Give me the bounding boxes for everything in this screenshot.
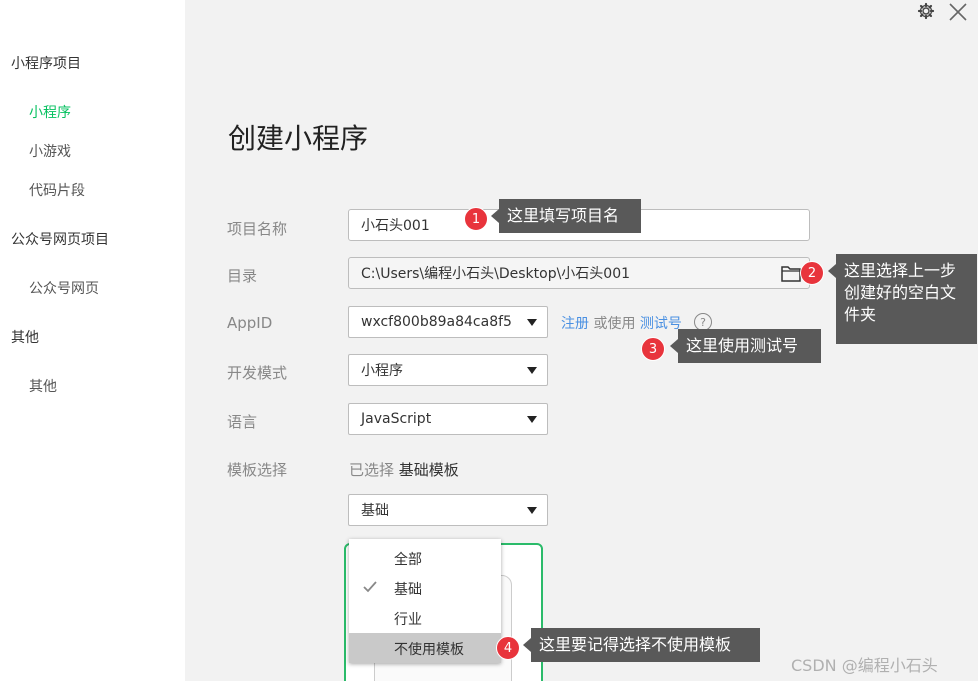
dropdown-option-all[interactable]: 全部 bbox=[349, 543, 501, 573]
template-label: 模板选择 bbox=[227, 461, 288, 479]
or-use-text: 或使用 bbox=[593, 316, 636, 332]
template-selected-value: 基础模板 bbox=[398, 461, 459, 479]
sidebar-section-other: 其他 bbox=[11, 330, 39, 346]
project-name-label: 项目名称 bbox=[227, 220, 288, 238]
template-filter-value: 基础 bbox=[361, 503, 389, 519]
test-account-link[interactable]: 测试号 bbox=[640, 316, 682, 332]
sidebar-section-official-account: 公众号网页项目 bbox=[11, 232, 109, 248]
check-icon bbox=[362, 579, 378, 599]
dev-mode-value: 小程序 bbox=[361, 363, 403, 379]
sidebar: 小程序项目 小程序 小游戏 代码片段 公众号网页项目 公众号网页 其他 其他 bbox=[0, 0, 185, 681]
sidebar-section-miniprogram: 小程序项目 bbox=[11, 56, 81, 72]
directory-input[interactable] bbox=[348, 257, 810, 289]
annotation-tip-2: 这里选择上一步创建好的空白文件夹 bbox=[828, 254, 977, 344]
gear-icon[interactable] bbox=[917, 2, 935, 20]
sidebar-item-miniprogram[interactable]: 小程序 bbox=[29, 102, 71, 122]
dropdown-option-no-template[interactable]: 不使用模板 bbox=[349, 633, 501, 663]
watermark: CSDN @编程小石头 bbox=[791, 656, 938, 675]
annotation-badge-4: 4 bbox=[496, 636, 520, 660]
sidebar-item-code-snippet[interactable]: 代码片段 bbox=[29, 180, 85, 200]
sidebar-item-official-webpage[interactable]: 公众号网页 bbox=[29, 278, 99, 298]
appid-label: AppID bbox=[227, 314, 273, 332]
page-title: 创建小程序 bbox=[228, 122, 369, 155]
caret-down-icon bbox=[527, 367, 537, 374]
dropdown-option-basic[interactable]: 基础 bbox=[349, 573, 501, 603]
register-link[interactable]: 注册 bbox=[561, 316, 589, 332]
caret-down-icon bbox=[527, 319, 537, 326]
close-icon[interactable] bbox=[947, 1, 969, 23]
appid-value: wxcf800b89a84ca8f5 bbox=[361, 314, 512, 330]
dev-mode-select[interactable]: 小程序 bbox=[348, 354, 548, 386]
language-value: JavaScript bbox=[361, 411, 432, 427]
caret-down-icon bbox=[527, 416, 537, 423]
annotation-badge-2: 2 bbox=[800, 261, 824, 285]
annotation-badge-3: 3 bbox=[641, 337, 665, 361]
template-selected-prefix: 已选择 bbox=[349, 461, 395, 479]
template-selected: 已选择 基础模板 bbox=[349, 459, 459, 480]
dev-mode-label: 开发模式 bbox=[227, 364, 288, 382]
annotation-badge-1: 1 bbox=[464, 207, 488, 231]
appid-options: 注册 或使用 测试号 bbox=[561, 313, 682, 333]
caret-down-icon bbox=[527, 507, 537, 514]
main-panel: 创建小程序 项目名称 目录 AppID wxcf800b89a84ca8f5 注… bbox=[185, 0, 978, 681]
annotation-tip-1: 这里填写项目名 bbox=[491, 199, 641, 233]
folder-icon[interactable] bbox=[781, 265, 801, 282]
language-select[interactable]: JavaScript bbox=[348, 403, 548, 435]
directory-label: 目录 bbox=[227, 267, 258, 285]
template-filter-select[interactable]: 基础 bbox=[348, 494, 548, 526]
dropdown-option-industry[interactable]: 行业 bbox=[349, 603, 501, 633]
sidebar-item-other[interactable]: 其他 bbox=[29, 376, 57, 396]
annotation-tip-4: 这里要记得选择不使用模板 bbox=[523, 628, 760, 662]
template-filter-dropdown: 全部 基础 行业 不使用模板 bbox=[349, 539, 501, 663]
sidebar-item-minigame[interactable]: 小游戏 bbox=[29, 141, 71, 161]
language-label: 语言 bbox=[227, 413, 258, 431]
appid-select[interactable]: wxcf800b89a84ca8f5 bbox=[348, 306, 548, 338]
annotation-tip-3: 这里使用测试号 bbox=[670, 329, 821, 363]
